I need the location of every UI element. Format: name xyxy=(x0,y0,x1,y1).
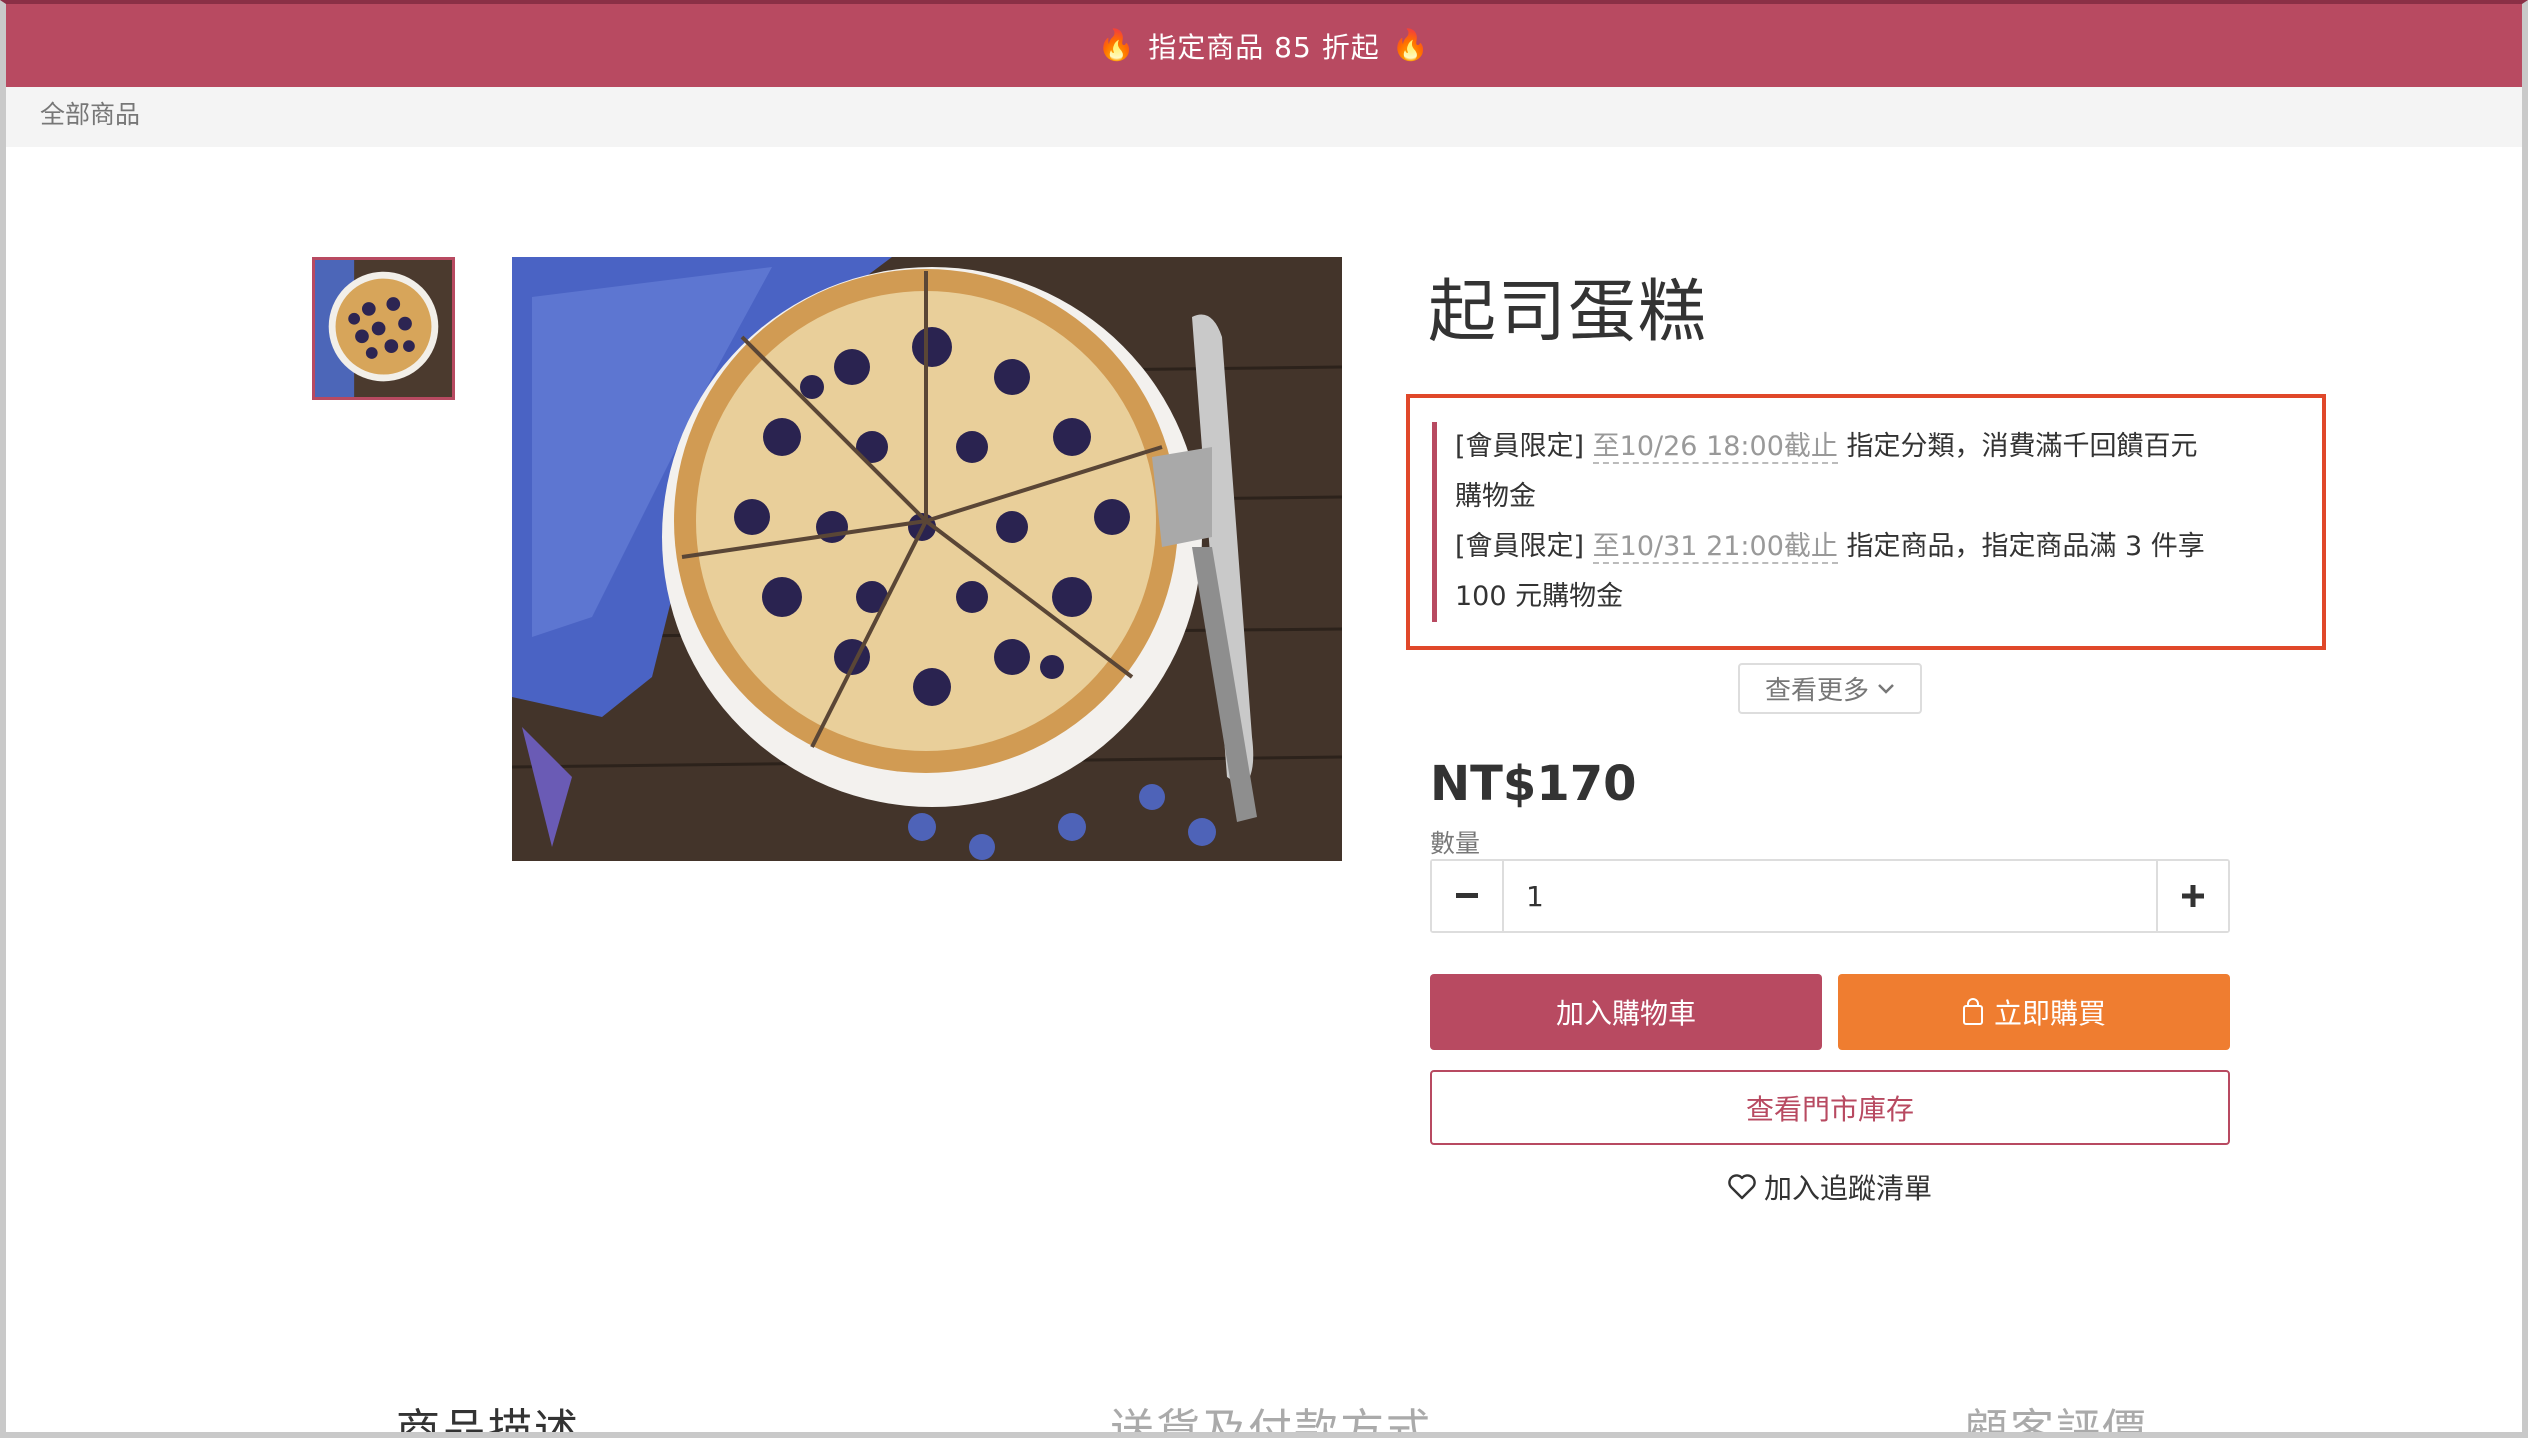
product-thumbnail[interactable] xyxy=(312,257,455,400)
promotion-text: 指定分類，消費滿千回饋百元 xyxy=(1846,431,2198,462)
check-store-stock-button[interactable]: 查看門市庫存 xyxy=(1430,1070,2230,1145)
fire-icon: 🔥 xyxy=(1391,28,1431,63)
promotion-item[interactable]: [會員限定] 至10/31 21:00截止 指定商品，指定商品滿 3 件享 10… xyxy=(1455,522,2212,622)
add-to-wishlist-button[interactable]: 加入追蹤清單 xyxy=(1728,1167,1932,1207)
see-more-label: 查看更多 xyxy=(1764,676,1869,706)
breadcrumb-all-products[interactable]: 全部商品 xyxy=(40,95,140,131)
quantity-stepper xyxy=(1430,859,2230,933)
quantity-label: 數量 xyxy=(1430,829,1481,858)
tab-shipping-payment[interactable]: 送貨及付款方式 xyxy=(1110,1394,1432,1432)
breadcrumb-bar: 全部商品 xyxy=(6,87,2522,147)
quantity-input[interactable] xyxy=(1504,861,2156,931)
buy-now-label: 立即購買 xyxy=(1993,997,2106,1030)
cheesecake-image xyxy=(512,257,1342,861)
product-main-image[interactable] xyxy=(512,257,1342,861)
promotion-tag: [會員限定] xyxy=(1455,531,1585,562)
promotion-item[interactable]: [會員限定] 至10/26 18:00截止 指定分類，消費滿千回饋百元 購物金 xyxy=(1455,422,2212,522)
promotion-date[interactable]: 至10/31 21:00截止 xyxy=(1592,531,1838,564)
add-to-cart-button[interactable]: 加入購物車 xyxy=(1430,974,1822,1050)
heart-icon xyxy=(1728,1174,1756,1200)
buy-now-button[interactable]: 立即購買 xyxy=(1838,974,2230,1050)
plus-icon xyxy=(2182,885,2204,907)
quantity-increase-button[interactable] xyxy=(2156,861,2228,931)
promo-banner[interactable]: 🔥 指定商品 85 折起 🔥 xyxy=(6,4,2522,87)
promotion-text-cont: 購物金 xyxy=(1455,481,1536,512)
product-price: NT$170 xyxy=(1430,756,1637,812)
promotions-box: [會員限定] 至10/26 18:00截止 指定分類，消費滿千回饋百元 購物金 … xyxy=(1406,394,2326,650)
chevron-down-icon xyxy=(1878,683,1894,694)
promotion-tag: [會員限定] xyxy=(1455,431,1585,462)
shopping-bag-icon xyxy=(1962,998,1983,1025)
product-title: 起司蛋糕 xyxy=(1428,273,1709,352)
fire-icon: 🔥 xyxy=(1097,28,1137,63)
promotion-date[interactable]: 至10/26 18:00截止 xyxy=(1592,431,1838,464)
thumbnail-image xyxy=(315,260,452,397)
page-frame: 🔥 指定商品 85 折起 🔥 全部商品 起司蛋糕 [會員限定] 至10/26 1… xyxy=(0,0,2528,1438)
minus-icon xyxy=(1456,893,1478,898)
see-more-button[interactable]: 查看更多 xyxy=(1738,663,1922,714)
wishlist-label: 加入追蹤清單 xyxy=(1764,1172,1933,1205)
promotion-text: 指定商品，指定商品滿 3 件享 xyxy=(1846,531,2205,562)
quantity-decrease-button[interactable] xyxy=(1432,861,1504,931)
promotions-list: [會員限定] 至10/26 18:00截止 指定分類，消費滿千回饋百元 購物金 … xyxy=(1432,422,2212,622)
promotion-text-cont: 100 元購物金 xyxy=(1455,581,1624,612)
tab-customer-reviews[interactable]: 顧客評價 xyxy=(1964,1394,2148,1432)
promo-banner-text: 指定商品 85 折起 xyxy=(1148,30,1380,64)
tab-product-description[interactable]: 商品描述 xyxy=(396,1394,580,1432)
